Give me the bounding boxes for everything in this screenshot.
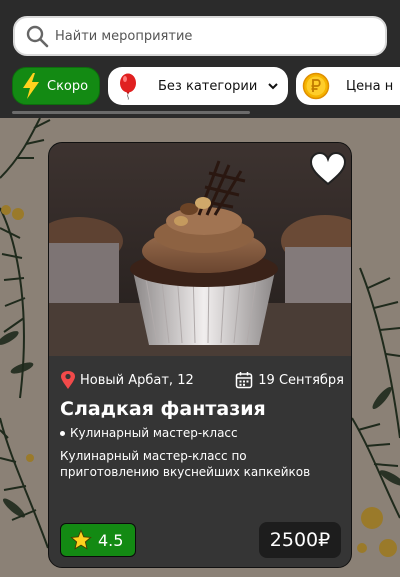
filter-price-label: Цена н xyxy=(346,78,394,94)
filter-soon-label: Скоро xyxy=(47,78,89,94)
filter-soon-chip[interactable]: Скоро xyxy=(12,67,100,105)
chevron-down-icon[interactable] xyxy=(266,79,280,93)
top-bar: Скоро Без категории Цена н xyxy=(0,0,400,118)
event-description: Кулинарный мастер-класс по приготовлению… xyxy=(60,449,311,479)
lightning-icon xyxy=(23,73,39,99)
calendar-icon xyxy=(236,372,253,389)
star-icon xyxy=(70,529,92,550)
filter-chips: Скоро Без категории Цена н xyxy=(12,67,400,105)
balloon-icon xyxy=(120,73,136,100)
search-icon[interactable] xyxy=(25,24,49,48)
chips-scrollbar[interactable] xyxy=(12,111,250,114)
rating-badge: 4.5 xyxy=(60,523,136,557)
bullet-dot xyxy=(60,430,65,436)
heart-icon[interactable] xyxy=(309,151,347,187)
map-pin-icon xyxy=(61,371,75,389)
event-location: Новый Арбат, 12 xyxy=(80,372,194,388)
category-select-value: Без категории xyxy=(158,78,258,94)
filter-price-chip[interactable]: Цена н xyxy=(296,67,400,105)
event-category: Кулинарный мастер-класс xyxy=(60,426,344,440)
search-bar[interactable] xyxy=(13,16,387,56)
search-input[interactable] xyxy=(55,28,355,44)
event-image xyxy=(49,143,351,356)
price-badge: 2500₽ xyxy=(259,522,341,558)
rating-value: 4.5 xyxy=(98,530,124,550)
event-category-label: Кулинарный мастер-класс xyxy=(70,426,238,440)
event-card[interactable]: Новый Арбат, 12 19 Сентября Сладкая фант… xyxy=(48,142,352,568)
event-meta: Новый Арбат, 12 19 Сентября xyxy=(60,369,344,391)
category-select[interactable]: Без категории xyxy=(108,67,288,105)
event-title: Сладкая фантазия xyxy=(60,398,266,420)
event-date: 19 Сентября xyxy=(258,372,344,388)
ruble-coin-icon xyxy=(302,72,330,100)
